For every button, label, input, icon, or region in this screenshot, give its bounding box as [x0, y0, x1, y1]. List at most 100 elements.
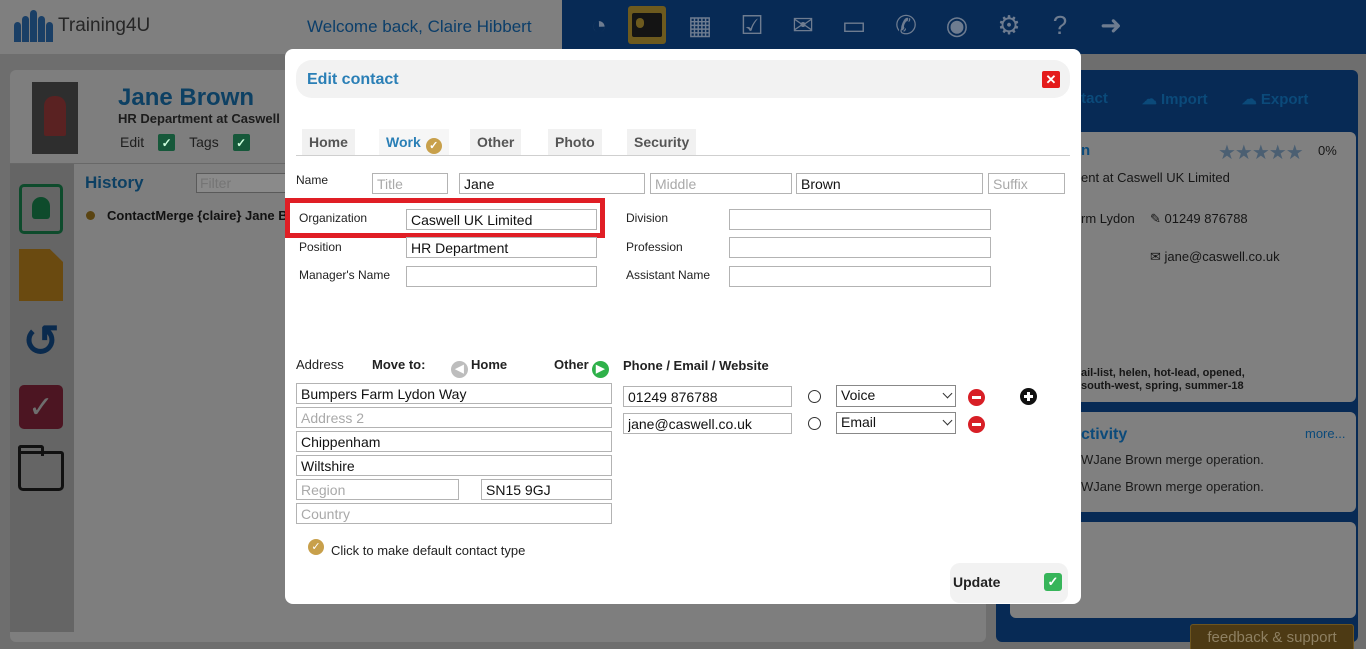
default-contact-text[interactable]: Click to make default contact type	[331, 543, 525, 558]
suffix-field[interactable]	[988, 173, 1065, 194]
division-field[interactable]	[729, 209, 991, 230]
default-contact-check-icon[interactable]: ✓	[308, 539, 324, 555]
activity-item: WJane Brown merge operation.	[1081, 452, 1264, 467]
contacts-book-icon[interactable]	[18, 184, 64, 234]
country-field[interactable]	[296, 503, 612, 524]
tags-line-1: ail-list, helen, hot-lead, opened,	[1081, 367, 1245, 379]
last-name-field[interactable]	[796, 173, 983, 194]
address-line2-field[interactable]	[296, 407, 612, 428]
move-other-label: Other	[554, 357, 589, 372]
email-type-value: Email	[841, 414, 877, 430]
edit-check-icon[interactable]: ✓	[158, 134, 176, 151]
tab-security[interactable]: Security	[627, 129, 697, 155]
tags-line-2: south-west, spring, summer-18	[1081, 380, 1244, 392]
app-logo[interactable]: Training4U	[14, 10, 150, 42]
remove-email-icon[interactable]	[968, 416, 985, 433]
tags-check-icon[interactable]: ✓	[232, 134, 250, 151]
arrow-right-icon: ▶	[591, 361, 609, 378]
assistant-label: Assistant Name	[626, 268, 711, 282]
remove-phone-icon[interactable]	[968, 389, 985, 406]
summary-email[interactable]: ✉ jane@caswell.co.uk	[1150, 249, 1280, 265]
cloud-upload-icon: ☁	[1141, 91, 1157, 108]
tab-photo[interactable]: Photo	[548, 129, 602, 155]
manager-field[interactable]	[406, 266, 597, 287]
postcode-field[interactable]	[481, 479, 612, 500]
document-icon[interactable]	[18, 249, 64, 301]
chevron-down-icon	[942, 388, 953, 399]
region-field[interactable]	[296, 479, 459, 500]
history-icon[interactable]: ↺	[18, 316, 64, 366]
phone-field[interactable]	[623, 386, 792, 407]
city-field[interactable]	[296, 431, 612, 452]
activity-more-link[interactable]: more...	[1305, 426, 1345, 441]
default-email-radio[interactable]	[808, 417, 821, 430]
position-field[interactable]	[406, 237, 597, 258]
summary-phone: ✎ 01249 876788	[1150, 211, 1248, 227]
tags-link[interactable]: Tags	[189, 134, 219, 151]
manager-label: Manager's Name	[299, 268, 390, 282]
modal-title: Edit contact	[307, 71, 399, 88]
tab-other[interactable]: Other	[470, 129, 522, 155]
settings-gear-icon[interactable]: ⚙	[990, 6, 1028, 44]
import-label: Import	[1161, 91, 1208, 108]
summary-email-value: jane@caswell.co.uk	[1164, 249, 1280, 264]
activity-title: ctivity	[1081, 426, 1128, 443]
rating-stars-icon[interactable]: ★★★★★	[1218, 140, 1304, 165]
help-icon[interactable]: ?	[1041, 6, 1079, 44]
email-field[interactable]	[623, 413, 792, 434]
middle-name-field[interactable]	[650, 173, 792, 194]
title-field[interactable]	[372, 173, 448, 194]
mail-icon[interactable]: ✉	[784, 6, 822, 44]
profession-label: Profession	[626, 240, 683, 254]
arrow-left-icon: ◀	[451, 361, 468, 378]
summary-company: ent at Caswell UK Limited	[1081, 170, 1230, 185]
logo-people-icon	[14, 10, 53, 42]
tab-work[interactable]: Work ✓	[379, 129, 449, 155]
feedback-button[interactable]: feedback & support	[1190, 624, 1354, 649]
edit-link[interactable]: Edit	[120, 134, 144, 151]
organization-field[interactable]	[406, 209, 597, 230]
calendar-icon[interactable]: ▦	[681, 6, 719, 44]
assistant-field[interactable]	[729, 266, 991, 287]
first-name-field[interactable]	[459, 173, 645, 194]
export-button[interactable]: ☁ Export	[1242, 90, 1309, 108]
edit-contact-modal: Edit contact ✕ Home Work ✓ Other Photo Se…	[285, 49, 1081, 604]
folder-outline-icon[interactable]	[18, 445, 64, 496]
close-icon[interactable]: ✕	[1042, 71, 1060, 88]
import-button[interactable]: ☁ Import	[1142, 90, 1208, 108]
history-entry[interactable]: ContactMerge {claire} Jane B	[86, 208, 288, 223]
address-label: Address	[296, 357, 344, 372]
move-home-button[interactable]: ◀ Home	[451, 357, 507, 378]
cloud-download-icon: ☁	[1241, 91, 1257, 108]
profession-field[interactable]	[729, 237, 991, 258]
move-other-button[interactable]: Other ▶	[554, 357, 609, 378]
bullet-icon	[86, 211, 95, 220]
phone-icon[interactable]: ✆	[887, 6, 925, 44]
tasks-check-icon[interactable]: ☑	[733, 6, 771, 44]
avatar	[32, 82, 78, 154]
tasks-icon[interactable]: ✓	[18, 382, 64, 432]
phone-type-select[interactable]: Voice	[836, 385, 956, 407]
county-field[interactable]	[296, 455, 612, 476]
add-contact-method-icon[interactable]	[1020, 388, 1037, 405]
organization-label: Organization	[299, 211, 368, 225]
move-to-label: Move to:	[372, 357, 426, 372]
email-type-select[interactable]: Email	[836, 412, 956, 434]
logout-arrow-icon[interactable]: ➜	[1092, 6, 1130, 44]
contacts-card-icon[interactable]	[628, 6, 666, 44]
tab-home[interactable]: Home	[302, 129, 355, 155]
summary-phone-value: 01249 876788	[1164, 211, 1248, 226]
check-badge-icon: ✓	[425, 138, 442, 154]
app-name: Training4U	[58, 15, 151, 36]
envelope-icon: ✉	[1150, 249, 1165, 264]
division-label: Division	[626, 211, 669, 225]
history-entry-text: ContactMerge {claire} Jane B	[107, 208, 288, 223]
history-filter-input[interactable]	[196, 173, 288, 193]
address-line1-field[interactable]	[296, 383, 612, 404]
update-button[interactable]: Update ✓	[950, 563, 1068, 603]
folder-icon[interactable]: ▭	[835, 6, 873, 44]
contact-actions: Edit ✓ Tags ✓	[120, 134, 250, 151]
default-phone-radio[interactable]	[808, 390, 821, 403]
dashboard-icon[interactable]: ◔	[580, 6, 618, 44]
user-icon[interactable]: ◉	[938, 6, 976, 44]
